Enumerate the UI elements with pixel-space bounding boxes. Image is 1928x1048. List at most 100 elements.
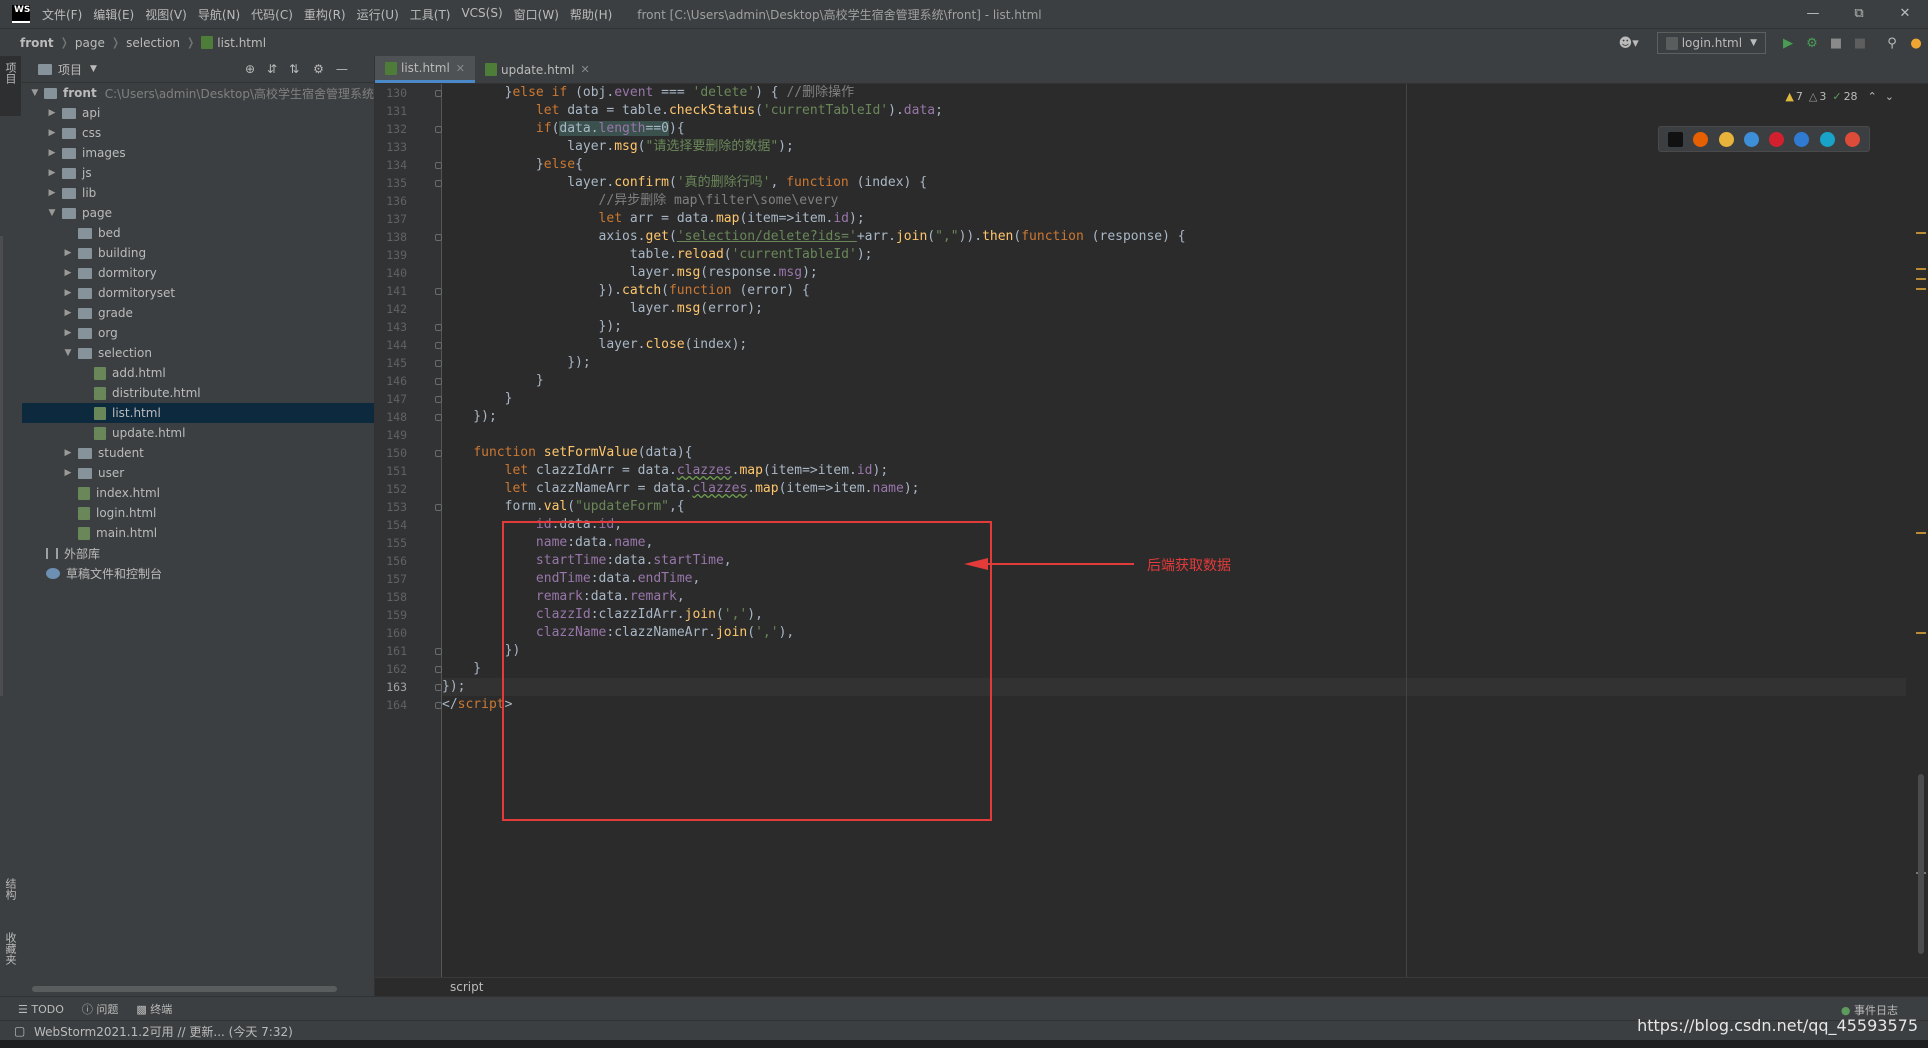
breadcrumb-project[interactable]: front — [20, 36, 54, 50]
code-line[interactable]: }); — [442, 354, 591, 372]
code-line[interactable]: } — [442, 372, 544, 390]
code-line[interactable]: }else{ — [442, 156, 583, 174]
tree-item[interactable]: update.html — [22, 423, 374, 443]
chevron-down-icon[interactable]: ▼ — [46, 208, 58, 218]
chromium-icon[interactable] — [1844, 131, 1860, 147]
tree-item[interactable]: bed — [22, 223, 374, 243]
tree-item[interactable]: ▶ css — [22, 123, 374, 143]
maximize-icon[interactable]: ⧉ — [1836, 0, 1882, 28]
warning-marker[interactable] — [1916, 232, 1926, 234]
tree-item[interactable]: ▼ page — [22, 203, 374, 223]
webstorm-browser-icon[interactable] — [1668, 131, 1684, 147]
fold-marker-icon[interactable] — [435, 450, 442, 457]
fold-marker-icon[interactable] — [435, 396, 442, 403]
fold-marker-icon[interactable] — [435, 180, 442, 187]
chevron-down-icon[interactable]: ⌄ — [1885, 90, 1894, 103]
warning-marker[interactable] — [1916, 532, 1926, 534]
close-tab-icon[interactable]: ✕ — [456, 62, 465, 75]
tab-update-html[interactable]: update.html ✕ — [475, 56, 600, 83]
chevron-right-icon[interactable]: ▶ — [46, 168, 58, 178]
warning-marker[interactable] — [1916, 268, 1926, 270]
menu-item[interactable]: 运行(U) — [357, 6, 399, 23]
tree-item[interactable]: ▶ dormitory — [22, 263, 374, 283]
fold-marker-icon[interactable] — [435, 702, 442, 709]
tree-item[interactable]: ▶ org — [22, 323, 374, 343]
code-line[interactable]: layer.msg("请选择要删除的数据"); — [442, 138, 794, 156]
code-line[interactable]: let clazzIdArr = data.clazzes.map(item=>… — [442, 462, 889, 480]
tree-item[interactable]: ▶ building — [22, 243, 374, 263]
expand-all-icon[interactable]: ⇵ — [267, 62, 277, 76]
fold-marker-icon[interactable] — [435, 288, 442, 295]
chevron-down-icon[interactable]: ▼ — [29, 88, 40, 98]
fold-marker-icon[interactable] — [435, 414, 442, 421]
code-line[interactable]: let data = table.checkStatus('currentTab… — [442, 102, 943, 120]
code-line[interactable]: }); — [442, 678, 465, 696]
menu-item[interactable]: 代码(C) — [251, 6, 293, 23]
code-line[interactable]: axios.get('selection/delete?ids='+arr.jo… — [442, 228, 1186, 246]
code-line[interactable]: }); — [442, 408, 497, 426]
code-line[interactable]: layer.msg(response.msg); — [442, 264, 818, 282]
close-icon[interactable]: ✕ — [1882, 0, 1928, 28]
chevron-right-icon[interactable]: ▶ — [62, 268, 74, 278]
fold-marker-icon[interactable] — [435, 648, 442, 655]
menu-item[interactable]: 重构(R) — [304, 6, 346, 23]
tab-list-html[interactable]: list.html ✕ — [375, 56, 475, 83]
fold-marker-icon[interactable] — [435, 378, 442, 385]
chevron-right-icon[interactable]: ▶ — [62, 328, 74, 338]
coverage-icon[interactable]: ■ — [1824, 36, 1848, 51]
project-tool-label[interactable]: 项目 — [2, 62, 18, 84]
stop-icon[interactable]: ■ — [1848, 36, 1872, 51]
code-line[interactable]: layer.close(index); — [442, 336, 748, 354]
tree-item[interactable]: ▶ api — [22, 103, 374, 123]
fold-marker-icon[interactable] — [435, 234, 442, 241]
tree-item[interactable]: ▼ front C:\Users\admin\Desktop\高校学生宿舍管理系统 — [22, 83, 374, 103]
chrome-icon[interactable] — [1718, 131, 1734, 147]
menu-item[interactable]: 文件(F) — [42, 6, 82, 23]
fold-marker-icon[interactable] — [435, 684, 442, 691]
chevron-right-icon[interactable]: ▶ — [46, 148, 58, 158]
tree-item[interactable]: index.html — [22, 483, 374, 503]
chevron-right-icon[interactable]: ▶ — [46, 128, 58, 138]
code-line[interactable]: form.val("updateForm",{ — [442, 498, 685, 516]
hide-icon[interactable]: — — [336, 62, 348, 76]
terminal-tool[interactable]: ▩ 终端 — [136, 1001, 172, 1017]
update-icon[interactable]: ● — [1904, 36, 1928, 51]
warning-marker[interactable] — [1916, 288, 1926, 290]
code-line[interactable]: layer.confirm('真的删除行吗', function (index)… — [442, 174, 927, 192]
tree-item[interactable]: add.html — [22, 363, 374, 383]
project-panel-title[interactable]: 项目 — [58, 61, 82, 78]
menu-item[interactable]: 导航(N) — [198, 6, 240, 23]
tree-item[interactable]: 草稿文件和控制台 — [22, 563, 374, 583]
tree-item[interactable]: ▶ student — [22, 443, 374, 463]
code-breadcrumb[interactable]: script — [450, 980, 483, 994]
tree-item[interactable]: 外部库 — [22, 543, 374, 563]
tree-item[interactable]: ▶ images — [22, 143, 374, 163]
menu-item[interactable]: 视图(V) — [145, 6, 187, 23]
fold-marker-icon[interactable] — [435, 360, 442, 367]
horizontal-scrollbar[interactable] — [32, 986, 337, 992]
warning-marker[interactable] — [1916, 632, 1926, 634]
search-icon[interactable]: ⚲ — [1880, 36, 1904, 51]
breadcrumb-selection[interactable]: selection — [126, 36, 180, 50]
fold-marker-icon[interactable] — [435, 504, 442, 511]
code-line[interactable]: }else if (obj.event === 'delete') { //删除… — [442, 84, 854, 102]
ie-icon[interactable] — [1794, 131, 1810, 147]
fold-marker-icon[interactable] — [435, 666, 442, 673]
edge-icon[interactable] — [1819, 131, 1835, 147]
chevron-right-icon[interactable]: ▶ — [62, 288, 74, 298]
chevron-right-icon[interactable]: ▶ — [46, 108, 58, 118]
tree-item[interactable]: ▶ user — [22, 463, 374, 483]
problems-tool[interactable]: ⓘ 问题 — [82, 1001, 119, 1017]
chevron-right-icon[interactable]: ▶ — [62, 468, 74, 478]
run-configuration-select[interactable]: login.html ▼ — [1656, 32, 1766, 54]
opera-icon[interactable] — [1769, 131, 1785, 147]
code-line[interactable]: layer.msg(error); — [442, 300, 763, 318]
inspection-widget[interactable]: ▲ 7 △ 3 ✓ 28 ⌃ ⌄ — [1779, 90, 1894, 103]
breadcrumb-page[interactable]: page — [75, 36, 105, 50]
tree-item[interactable]: ▶ grade — [22, 303, 374, 323]
menu-item[interactable]: 窗口(W) — [514, 6, 559, 23]
tree-item[interactable]: ▶ lib — [22, 183, 374, 203]
code-line[interactable]: } — [442, 660, 481, 678]
menu-item[interactable]: 工具(T) — [410, 6, 451, 23]
vertical-scrollbar[interactable] — [1918, 774, 1924, 954]
